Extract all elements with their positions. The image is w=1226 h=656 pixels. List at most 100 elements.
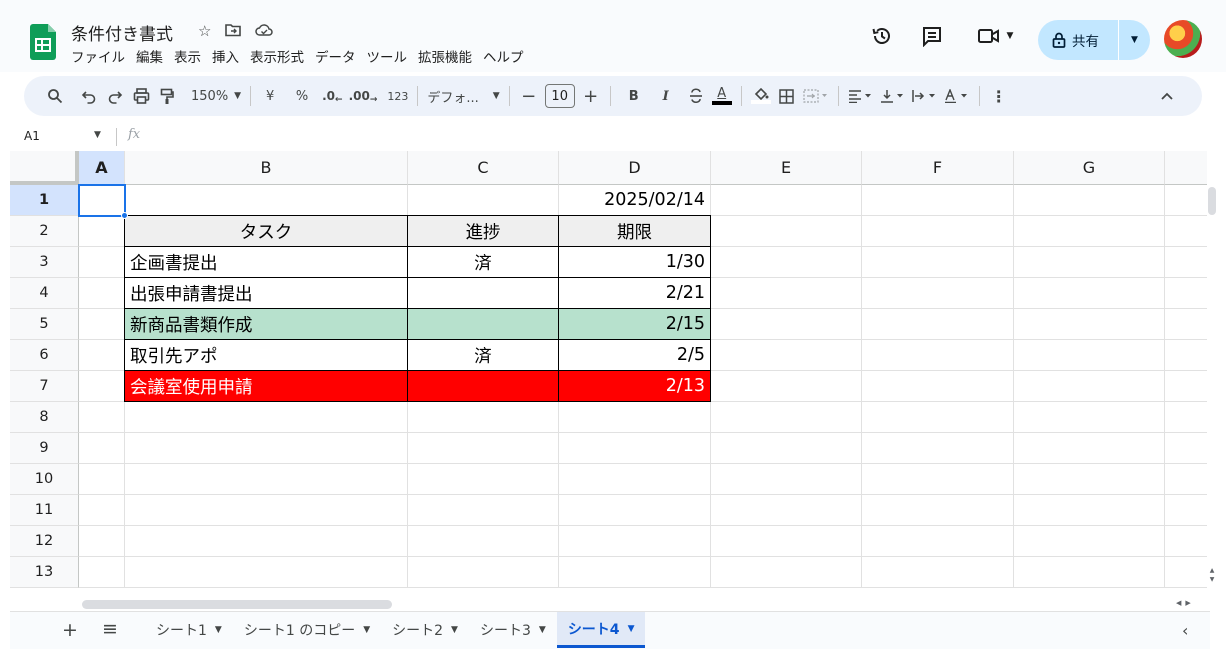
column-header-e[interactable]: E — [711, 151, 862, 185]
grid-cell[interactable] — [559, 464, 711, 495]
grid-cell[interactable] — [559, 526, 711, 557]
percent-button[interactable]: % — [289, 82, 315, 110]
grid-cell[interactable] — [1165, 247, 1207, 278]
grid-cell[interactable] — [408, 526, 559, 557]
task-cell[interactable]: 会議室使用申請 — [124, 370, 408, 402]
select-all-corner[interactable] — [10, 151, 79, 185]
chevron-down-icon[interactable]: ▼ — [451, 625, 458, 635]
grid-cell[interactable] — [125, 185, 408, 216]
grid-cell[interactable] — [1165, 371, 1207, 402]
merge-icon[interactable] — [800, 82, 832, 110]
row-header-8[interactable]: 8 — [10, 402, 79, 433]
row-header-11[interactable]: 11 — [10, 495, 79, 526]
borders-icon[interactable] — [774, 82, 800, 110]
task-cell[interactable]: 新商品書類作成 — [124, 308, 408, 340]
grid-cell[interactable] — [79, 216, 125, 247]
grid-cell[interactable] — [79, 309, 125, 340]
cloud-saved-icon[interactable] — [255, 22, 274, 38]
grid-cell[interactable] — [711, 278, 862, 309]
chevron-down-icon[interactable]: ▼ — [539, 625, 546, 635]
history-icon[interactable] — [868, 22, 896, 50]
grid-cell[interactable] — [862, 526, 1014, 557]
menu-file[interactable]: ファイル — [71, 46, 125, 66]
spreadsheet-grid[interactable]: A B C D E F G 1 2 3 4 5 6 7 8 9 10 11 12 13 2025/02/14 タスク 進捗期… — [10, 151, 1207, 599]
grid-cell[interactable] — [125, 526, 408, 557]
grid-cell[interactable] — [1014, 464, 1165, 495]
row-header-3[interactable]: 3 — [10, 247, 79, 278]
status-cell[interactable]: 済 — [407, 339, 559, 371]
paint-format-icon[interactable] — [154, 82, 180, 110]
grid-cell[interactable] — [1165, 433, 1207, 464]
bold-button[interactable]: B — [621, 82, 647, 110]
valign-icon[interactable] — [877, 82, 909, 110]
share-button[interactable]: 共有 ▼ — [1038, 20, 1150, 60]
grid-cell[interactable] — [125, 464, 408, 495]
collapse-icon[interactable] — [1154, 82, 1180, 110]
grid-cell[interactable] — [1165, 495, 1207, 526]
grid-cell[interactable] — [1014, 557, 1165, 588]
grid-cell[interactable] — [862, 340, 1014, 371]
avatar[interactable] — [1164, 20, 1202, 58]
grid-cell[interactable] — [1014, 340, 1165, 371]
grid-cell[interactable] — [711, 216, 862, 247]
cell-d1-date[interactable]: 2025/02/14 — [559, 185, 711, 216]
column-header-f[interactable]: F — [862, 151, 1014, 185]
grid-cell[interactable] — [1014, 278, 1165, 309]
grid-cell[interactable] — [408, 557, 559, 588]
undo-icon[interactable] — [76, 82, 102, 110]
grid-cell[interactable] — [125, 557, 408, 588]
table-header-status[interactable]: 進捗 — [407, 215, 559, 247]
fill-handle[interactable] — [121, 212, 128, 219]
italic-button[interactable]: I — [653, 82, 679, 110]
grid-cell[interactable] — [1165, 526, 1207, 557]
column-header-c[interactable]: C — [408, 151, 559, 185]
font-select[interactable]: デフォ... ▼ — [424, 82, 502, 110]
grid-cell[interactable] — [408, 495, 559, 526]
grid-cell[interactable] — [711, 371, 862, 402]
name-box[interactable]: A1 — [24, 129, 40, 143]
table-header-task[interactable]: タスク — [124, 215, 408, 247]
grid-cell[interactable] — [711, 495, 862, 526]
grid-cell[interactable] — [711, 557, 862, 588]
grid-cell[interactable] — [862, 278, 1014, 309]
menu-help[interactable]: ヘルプ — [483, 46, 524, 66]
wrap-icon[interactable] — [909, 82, 941, 110]
grid-cell[interactable] — [79, 402, 125, 433]
grid-cell[interactable] — [711, 526, 862, 557]
grid-cell[interactable] — [559, 557, 711, 588]
increase-decimal-button[interactable]: .00 → — [346, 82, 381, 110]
share-dropdown[interactable]: ▼ — [1119, 20, 1150, 60]
row-header-2[interactable]: 2 — [10, 216, 79, 247]
increase-font-size-button[interactable]: + — [578, 82, 604, 110]
grid-cell[interactable] — [79, 557, 125, 588]
grid-cell[interactable] — [408, 464, 559, 495]
comment-icon[interactable] — [918, 22, 946, 50]
grid-cell[interactable] — [1014, 247, 1165, 278]
strikethrough-icon[interactable] — [683, 82, 709, 110]
grid-cell[interactable] — [1165, 278, 1207, 309]
font-size-field[interactable]: 10 — [542, 82, 578, 110]
grid-cell[interactable] — [79, 340, 125, 371]
row-header-4[interactable]: 4 — [10, 278, 79, 309]
grid-cell[interactable] — [1014, 185, 1165, 216]
column-header-partial[interactable] — [1165, 151, 1207, 185]
chevron-down-icon[interactable]: ▼ — [94, 130, 101, 140]
chevron-down-icon[interactable]: ▼ — [363, 625, 370, 635]
currency-button[interactable]: ¥ — [257, 82, 283, 110]
menu-data[interactable]: データ — [315, 46, 356, 66]
fill-color-icon[interactable] — [748, 82, 774, 110]
align-icon[interactable] — [845, 82, 877, 110]
rotate-icon[interactable] — [941, 82, 973, 110]
grid-cell[interactable] — [408, 402, 559, 433]
number-format-button[interactable]: 123 — [384, 82, 411, 110]
grid-cell[interactable] — [1014, 526, 1165, 557]
grid-cell[interactable] — [862, 309, 1014, 340]
horizontal-scroll-arrows[interactable]: ◀▶ — [1176, 599, 1195, 607]
grid-cell[interactable] — [79, 526, 125, 557]
grid-cell[interactable] — [1014, 433, 1165, 464]
grid-cell[interactable] — [559, 402, 711, 433]
status-cell[interactable] — [407, 277, 559, 309]
grid-cell[interactable] — [1165, 340, 1207, 371]
grid-cell[interactable] — [711, 340, 862, 371]
grid-cell[interactable] — [1014, 402, 1165, 433]
